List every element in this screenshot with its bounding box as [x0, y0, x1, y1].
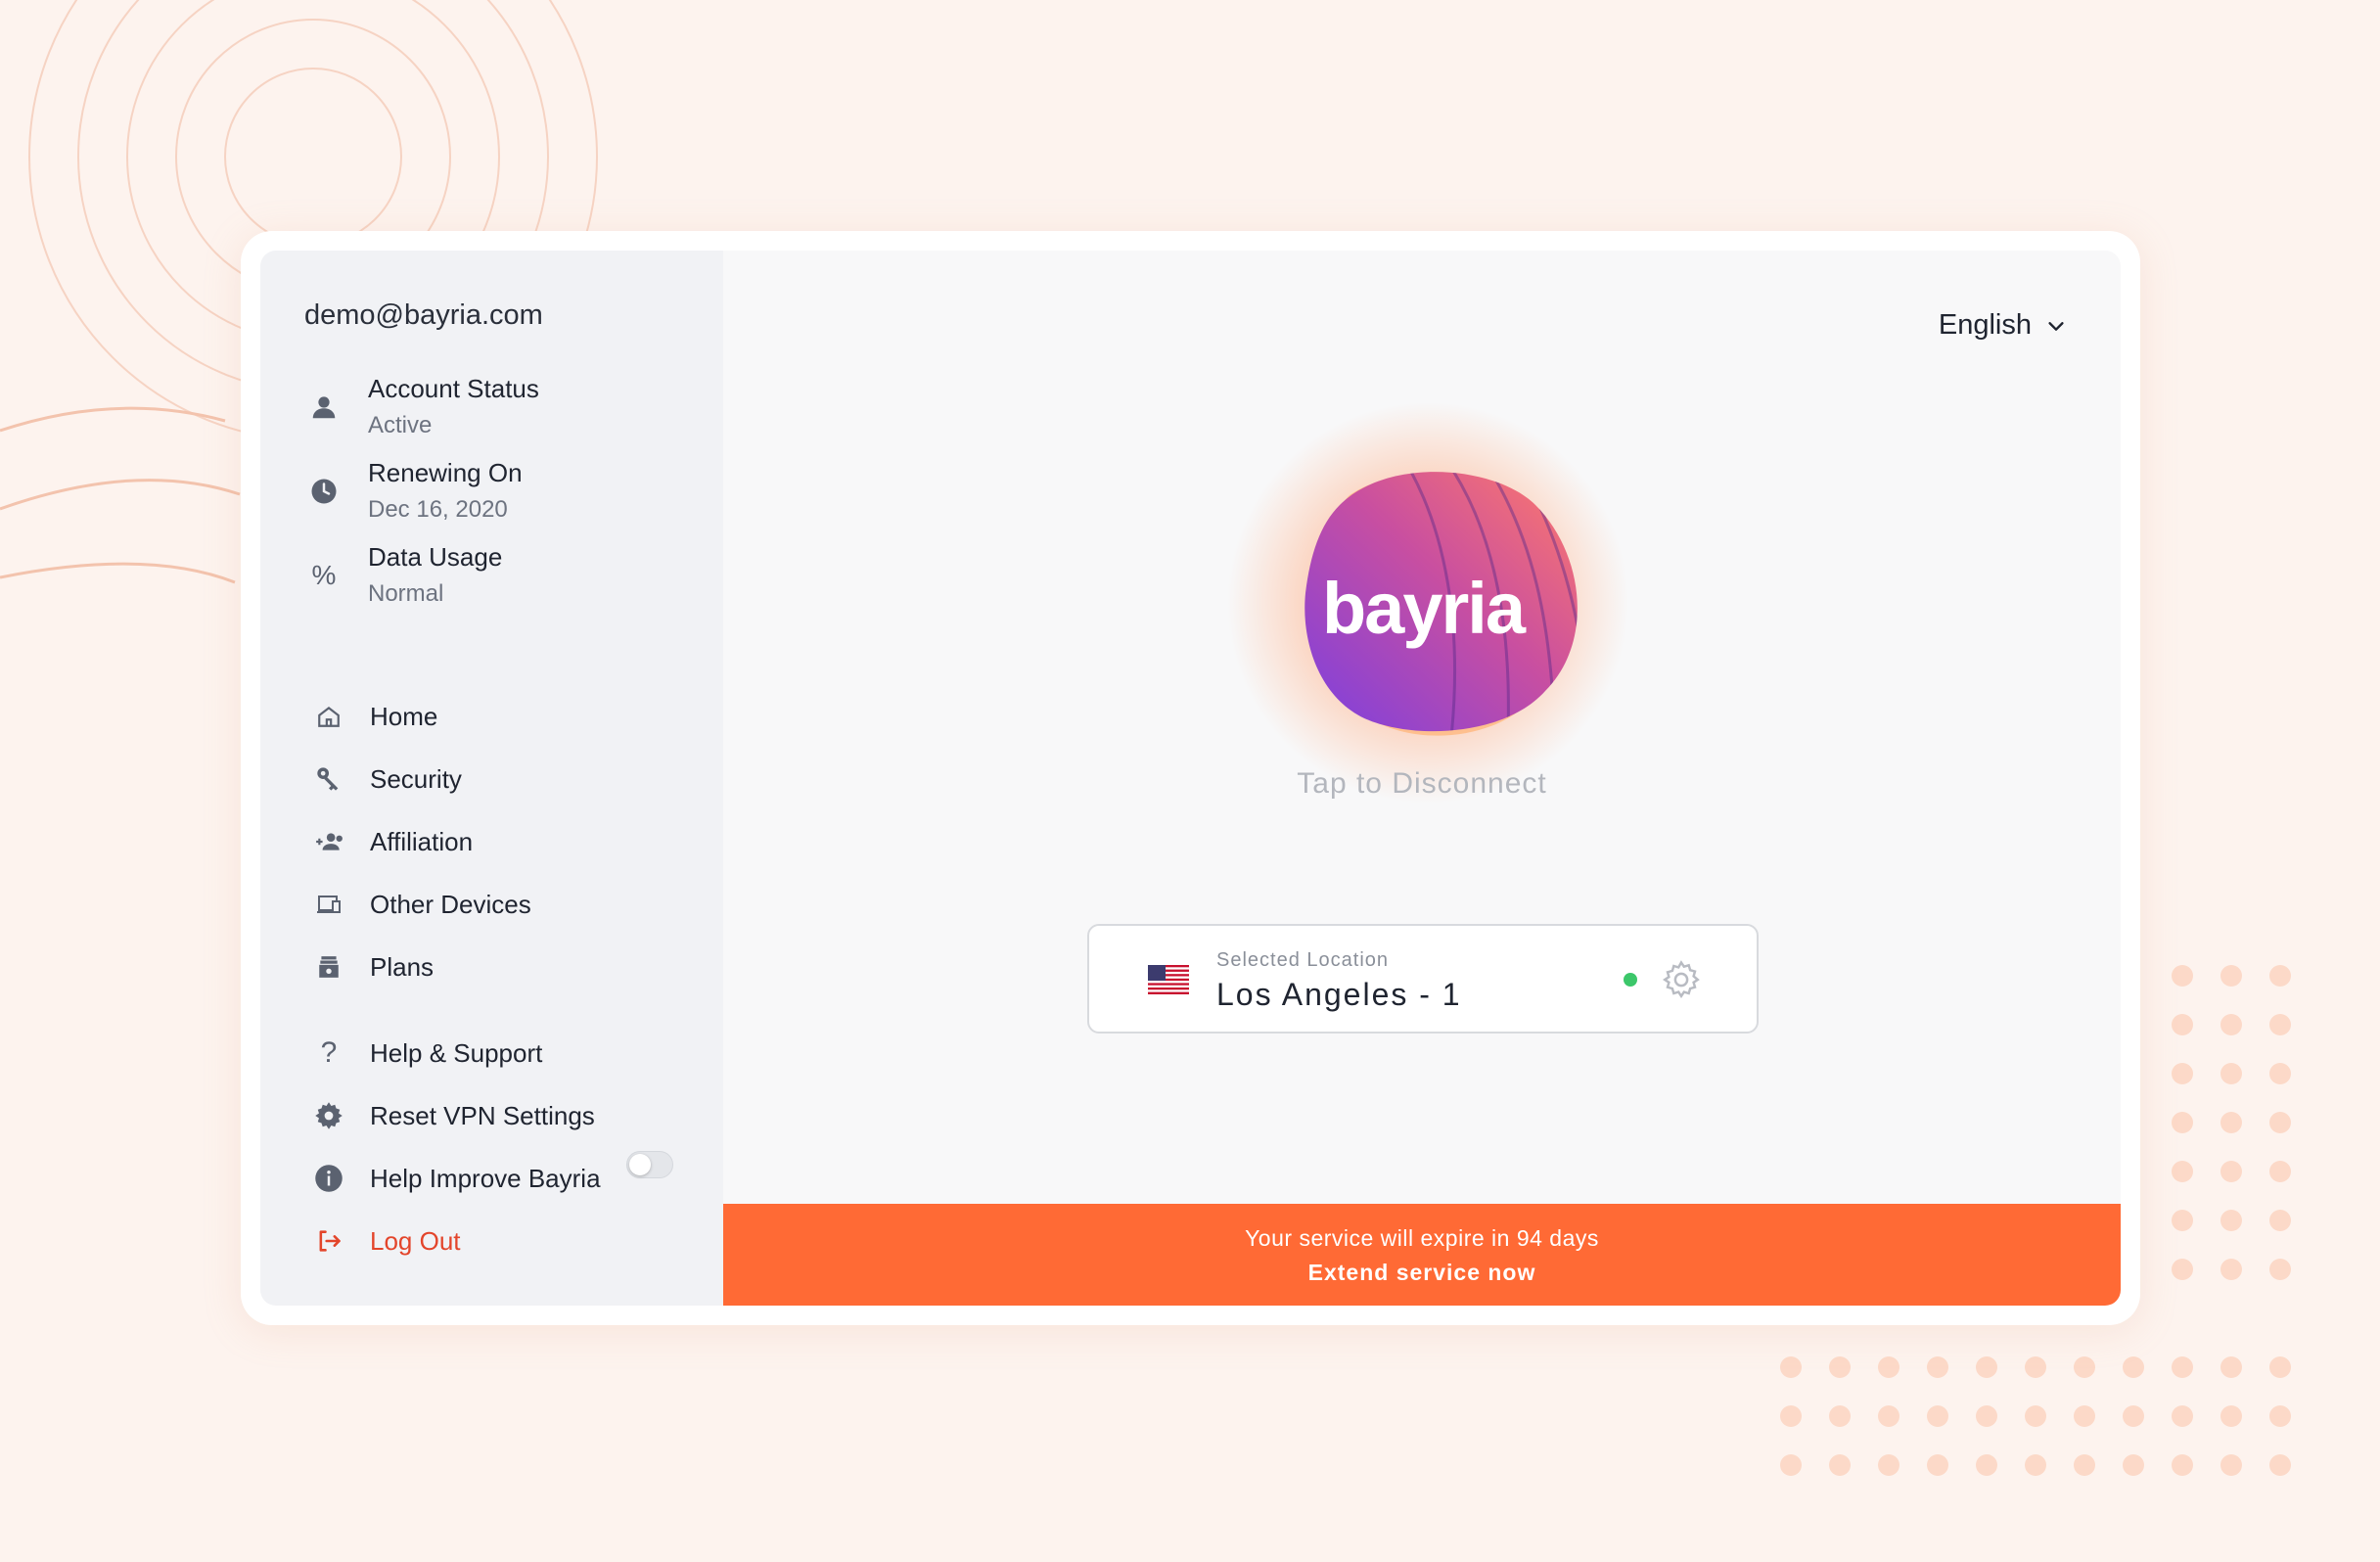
renewing-on-value: Dec 16, 2020 [368, 496, 508, 523]
sidebar-item-label: Security [370, 763, 462, 794]
expiry-message: Your service will expire in 94 days [1245, 1225, 1599, 1251]
location-selector[interactable]: Selected Location Los Angeles - 1 [1087, 924, 1759, 1034]
expiry-banner: Your service will expire in 94 days Exte… [723, 1204, 2121, 1306]
sidebar-item-home[interactable]: Home [309, 693, 437, 740]
sidebar-item-label: Home [370, 701, 438, 731]
info-icon [309, 1159, 348, 1198]
account-status: Account Status Active [304, 374, 539, 439]
devices-icon [309, 885, 348, 924]
home-icon [309, 697, 348, 736]
user-icon [304, 388, 343, 427]
account-email: demo@bayria.com [304, 299, 543, 331]
sidebar-item-label: Reset VPN Settings [370, 1100, 595, 1130]
key-icon [309, 759, 348, 799]
sidebar-item-label: Help & Support [370, 1037, 543, 1068]
connection-status-dot [1624, 973, 1637, 987]
sidebar-item-plans[interactable]: Plans [309, 943, 434, 990]
gear-icon [309, 1096, 348, 1135]
data-usage-value: Normal [368, 580, 444, 607]
sidebar-item-affiliation[interactable]: Affiliation [309, 818, 473, 865]
app-window: demo@bayria.com Account Status Active Re… [241, 231, 2140, 1325]
brand-logo: bayria [1321, 567, 1526, 649]
sidebar-item-help-improve: Help Improve Bayria [309, 1155, 601, 1202]
sidebar-item-other-devices[interactable]: Other Devices [309, 881, 531, 928]
connect-button[interactable]: bayria [1222, 397, 1633, 808]
location-caption: Selected Location [1216, 949, 1390, 971]
toggle-knob [629, 1154, 651, 1175]
location-name: Los Angeles - 1 [1216, 977, 1462, 1012]
settings-gear-icon[interactable] [1661, 959, 1702, 1000]
sidebar-item-label: Other Devices [370, 889, 531, 919]
sidebar: demo@bayria.com Account Status Active Re… [260, 251, 723, 1306]
language-selector[interactable]: English [1939, 309, 2067, 342]
sidebar-item-label: Help Improve Bayria [370, 1163, 601, 1193]
renewing-on: Renewing On Dec 16, 2020 [304, 458, 523, 524]
extend-service-link[interactable]: Extend service now [723, 1260, 2121, 1286]
percent-icon: % [311, 559, 337, 590]
sidebar-item-help-support[interactable]: ? Help & Support [309, 1030, 543, 1077]
help-improve-toggle[interactable] [626, 1151, 673, 1178]
sidebar-item-reset-vpn[interactable]: Reset VPN Settings [309, 1092, 595, 1139]
sidebar-item-label: Plans [370, 951, 435, 982]
connection-action-text[interactable]: Tap to Disconnect [723, 767, 2121, 801]
account-status-title: Account Status [368, 374, 539, 403]
sidebar-item-security[interactable]: Security [309, 756, 462, 803]
data-usage-title: Data Usage [368, 542, 503, 572]
app-frame: demo@bayria.com Account Status Active Re… [260, 251, 2121, 1306]
question-icon: ? [320, 1036, 338, 1069]
sidebar-item-label: Affiliation [370, 826, 474, 856]
logout-icon [309, 1221, 348, 1261]
clock-icon [304, 472, 343, 511]
plans-icon [309, 947, 348, 987]
people-icon [309, 822, 348, 861]
logout-button[interactable]: Log Out [309, 1217, 461, 1264]
data-usage: % Data Usage Normal [304, 542, 503, 608]
main-panel: English bayria Tap to Disconnect Selecte… [723, 251, 2121, 1306]
language-label: English [1938, 309, 2032, 341]
us-flag-icon [1148, 965, 1189, 994]
chevron-down-icon [2048, 321, 2064, 331]
logout-label: Log Out [370, 1225, 461, 1256]
renewing-on-title: Renewing On [368, 458, 523, 487]
account-status-value: Active [368, 412, 433, 438]
